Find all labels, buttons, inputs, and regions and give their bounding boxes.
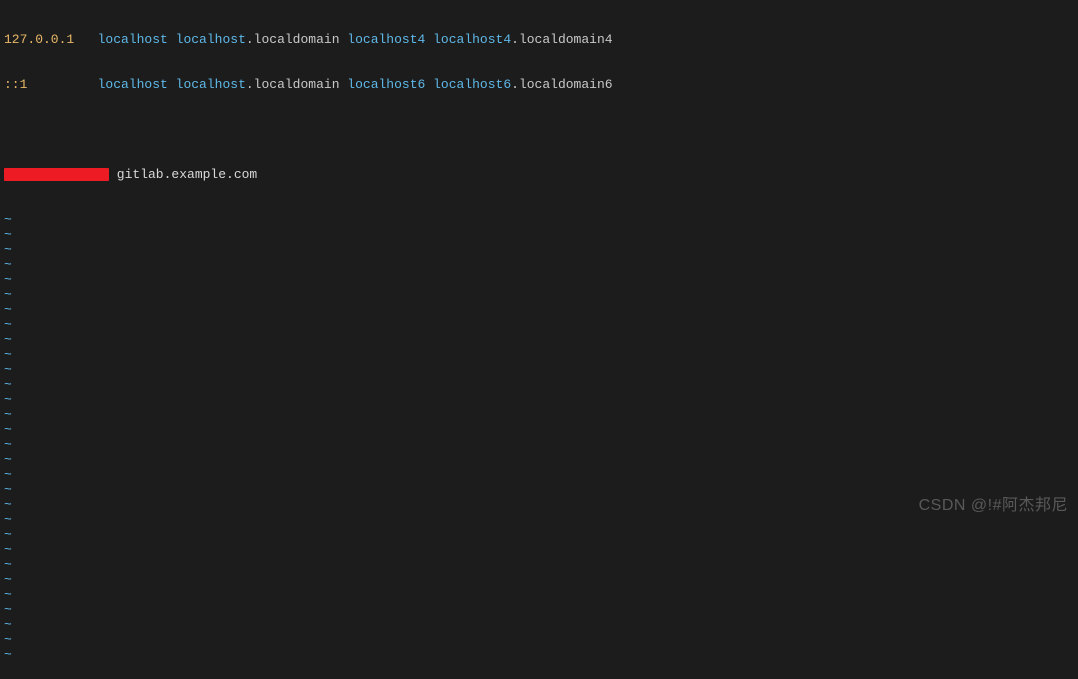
tilde-marker: ~ — [4, 647, 12, 662]
empty-line-tilde: ~ — [4, 527, 1074, 542]
tilde-marker: ~ — [4, 242, 12, 257]
empty-line-tilde: ~ — [4, 467, 1074, 482]
tilde-marker: ~ — [4, 542, 12, 557]
tilde-marker: ~ — [4, 377, 12, 392]
empty-line-tilde: ~ — [4, 302, 1074, 317]
empty-line-tilde: ~ — [4, 632, 1074, 647]
empty-line-tilde: ~ — [4, 437, 1074, 452]
empty-line-tilde: ~ — [4, 257, 1074, 272]
hostname: localhost — [176, 77, 246, 92]
tilde-marker: ~ — [4, 257, 12, 272]
empty-line-tilde: ~ — [4, 482, 1074, 497]
ip-address: ::1 — [4, 77, 27, 92]
tilde-marker: ~ — [4, 497, 12, 512]
empty-line-tilde: ~ — [4, 362, 1074, 377]
empty-line-tilde: ~ — [4, 572, 1074, 587]
tilde-marker: ~ — [4, 212, 12, 227]
empty-line-tilde: ~ — [4, 317, 1074, 332]
empty-line-tilde: ~ — [4, 287, 1074, 302]
tilde-marker: ~ — [4, 467, 12, 482]
hosts-line-3: gitlab.example.com — [4, 167, 1074, 182]
hostname: localhost4 — [347, 32, 425, 47]
hostname: localhost6 — [347, 77, 425, 92]
hostname: localhost — [98, 77, 168, 92]
hosts-line-2: ::1 localhost localhost.localdomain loca… — [4, 77, 1074, 92]
empty-line-tilde: ~ — [4, 242, 1074, 257]
tilde-marker: ~ — [4, 422, 12, 437]
empty-line-tilde: ~ — [4, 272, 1074, 287]
tilde-marker: ~ — [4, 287, 12, 302]
empty-line-tilde: ~ — [4, 227, 1074, 242]
empty-line-tilde: ~ — [4, 347, 1074, 362]
tilde-marker: ~ — [4, 557, 12, 572]
hostname: localhost6 — [433, 77, 511, 92]
hosts-line-1: 127.0.0.1 localhost localhost.localdomai… — [4, 32, 1074, 47]
tilde-marker: ~ — [4, 227, 12, 242]
empty-line-tilde: ~ — [4, 542, 1074, 557]
empty-line-tilde: ~ — [4, 512, 1074, 527]
tilde-marker: ~ — [4, 437, 12, 452]
ip-address: 127.0.0.1 — [4, 32, 74, 47]
hostname: localhost — [176, 32, 246, 47]
text-editor[interactable]: 127.0.0.1 localhost localhost.localdomai… — [0, 0, 1078, 679]
tilde-marker: ~ — [4, 602, 12, 617]
empty-line-tilde: ~ — [4, 587, 1074, 602]
tilde-marker: ~ — [4, 482, 12, 497]
tilde-marker: ~ — [4, 272, 12, 287]
empty-line-tilde: ~ — [4, 407, 1074, 422]
tilde-marker: ~ — [4, 572, 12, 587]
tilde-marker: ~ — [4, 302, 12, 317]
empty-line-tilde: ~ — [4, 647, 1074, 662]
empty-line-tilde: ~ — [4, 422, 1074, 437]
empty-line-tilde: ~ — [4, 377, 1074, 392]
tilde-marker: ~ — [4, 407, 12, 422]
tilde-marker: ~ — [4, 452, 12, 467]
tilde-marker: ~ — [4, 617, 12, 632]
empty-line-tilde: ~ — [4, 557, 1074, 572]
tilde-marker: ~ — [4, 392, 12, 407]
hostname: localhost — [98, 32, 168, 47]
tilde-marker: ~ — [4, 317, 12, 332]
empty-line-tilde: ~ — [4, 332, 1074, 347]
watermark: CSDN @!#阿杰邦尼 — [919, 498, 1068, 513]
empty-line — [4, 122, 1074, 137]
tilde-marker: ~ — [4, 527, 12, 542]
tilde-marker: ~ — [4, 632, 12, 647]
empty-line-tilde: ~ — [4, 617, 1074, 632]
hostname: localhost4 — [433, 32, 511, 47]
tilde-marker: ~ — [4, 512, 12, 527]
empty-line-tilde: ~ — [4, 212, 1074, 227]
tilde-marker: ~ — [4, 587, 12, 602]
tilde-marker: ~ — [4, 347, 12, 362]
empty-line-tilde: ~ — [4, 452, 1074, 467]
tilde-marker: ~ — [4, 362, 12, 377]
hostname: gitlab.example.com — [109, 167, 257, 182]
redacted-ip — [4, 168, 109, 181]
empty-line-tilde: ~ — [4, 497, 1074, 512]
empty-line-tilde: ~ — [4, 392, 1074, 407]
empty-line-tilde: ~ — [4, 602, 1074, 617]
tilde-marker: ~ — [4, 332, 12, 347]
